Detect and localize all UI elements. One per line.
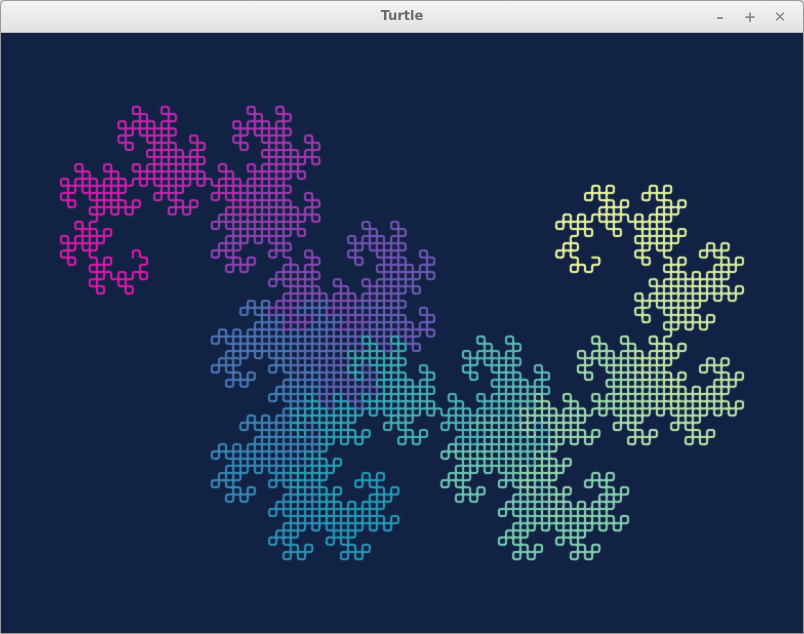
window-title: Turtle — [380, 9, 424, 24]
minimize-button[interactable]: – — [711, 8, 729, 26]
title-bar[interactable]: Turtle – + ✕ — [1, 1, 803, 33]
maximize-button[interactable]: + — [741, 8, 759, 26]
turtle-canvas-area — [1, 33, 803, 633]
turtle-window: Turtle – + ✕ — [0, 0, 804, 634]
window-controls: – + ✕ — [711, 1, 789, 33]
dragon-curve-drawing — [1, 33, 803, 633]
close-button[interactable]: ✕ — [771, 8, 789, 26]
